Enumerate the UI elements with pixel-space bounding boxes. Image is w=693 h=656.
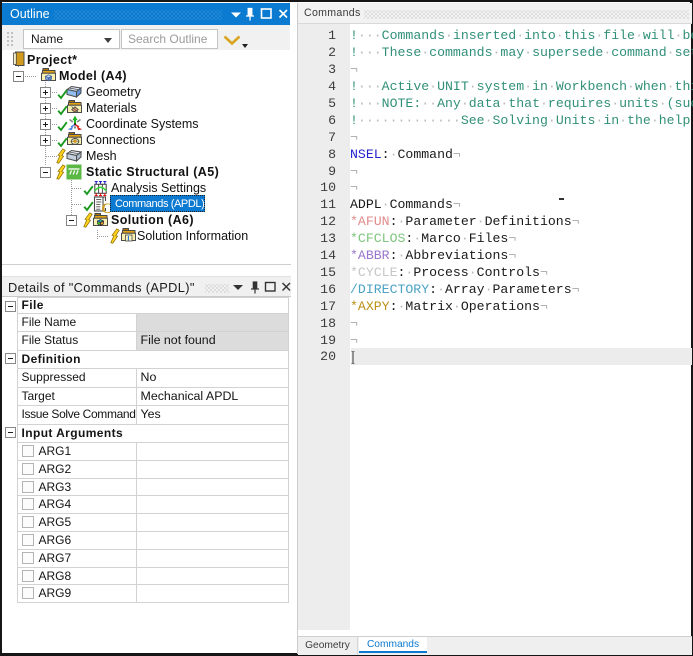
svg-text:i: i [127,233,129,242]
